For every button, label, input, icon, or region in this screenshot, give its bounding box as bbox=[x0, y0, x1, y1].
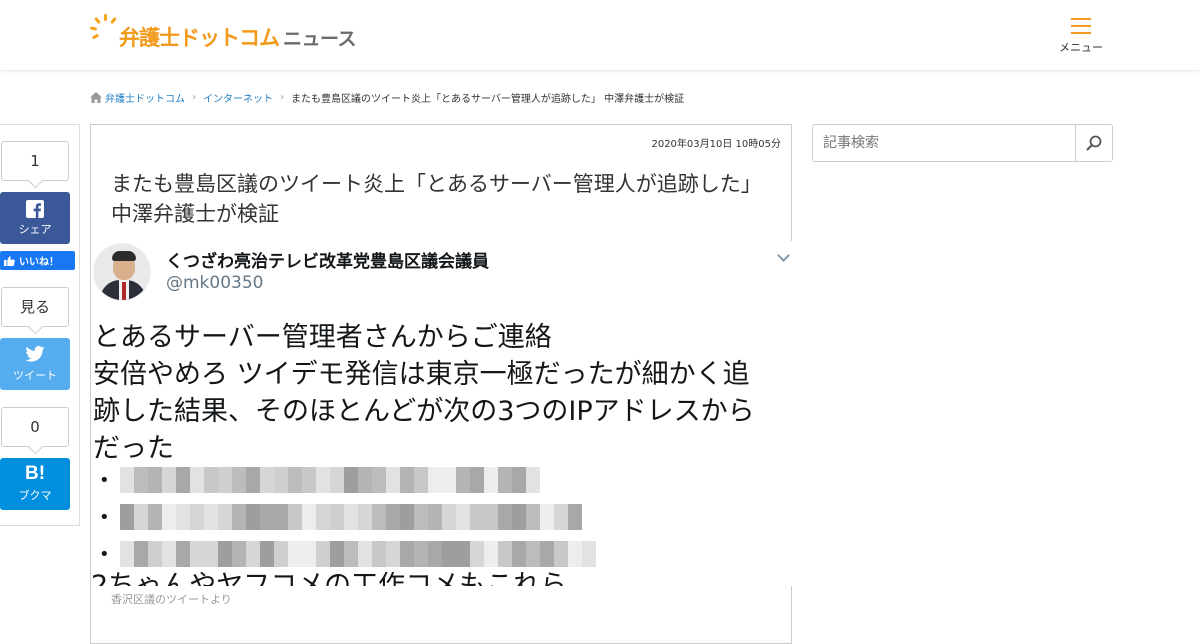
article-date: 2020年03月10日 10時05分 bbox=[651, 139, 781, 150]
tweet-cut-off-line: 2ちゃんやヤフコメの工作コメもこれら bbox=[91, 572, 567, 586]
breadcrumb-category-link[interactable]: インターネット bbox=[203, 90, 273, 105]
menu-label: メニュー bbox=[1059, 41, 1103, 54]
share-column: 1 シェア いいね！ 見る ツイート 0 B! ブクマ bbox=[0, 124, 80, 526]
tweet-body-text: とあるサーバー管理者さんからご連絡 安倍やめろ ツイデモ発信は東京一極だったが細… bbox=[93, 319, 791, 467]
breadcrumb-current: またも豊島区議のツイート炎上「とあるサーバー管理人が追跡した」 中澤弁護士が検証 bbox=[291, 94, 685, 105]
tweet-author-name: くつざわ亮治テレビ改革党豊島区議会議員 bbox=[166, 252, 489, 272]
avatar bbox=[93, 243, 151, 301]
site-header: 弁護士ドットコム ニュース メニュー bbox=[0, 0, 1200, 70]
search-icon bbox=[1086, 135, 1102, 151]
facebook-like-label: いいね！ bbox=[19, 257, 59, 268]
logo-sub-text: ニュース bbox=[283, 27, 357, 50]
hatena-bookmark-button[interactable]: B! ブクマ bbox=[0, 458, 70, 510]
facebook-like-button[interactable]: いいね！ bbox=[0, 251, 75, 270]
site-logo[interactable]: 弁護士ドットコム ニュース bbox=[89, 12, 357, 56]
sun-logo-icon bbox=[89, 14, 119, 54]
breadcrumb: 弁護士ドットコム › インターネット › またも豊島区議のツイート炎上「とあるサ… bbox=[90, 90, 684, 105]
tweet-line: だった bbox=[93, 433, 174, 464]
chevron-down-icon bbox=[777, 249, 790, 262]
bullet: • bbox=[99, 469, 110, 491]
menu-button[interactable]: メニュー bbox=[1056, 16, 1106, 58]
logo-main-text: 弁護士ドットコム bbox=[119, 26, 280, 50]
tweet-line: 跡した結果、そのほとんどが次の3つのIPアドレスから bbox=[93, 396, 755, 427]
hatena-bookmark-count: 0 bbox=[1, 407, 69, 447]
twitter-share-button[interactable]: ツイート bbox=[0, 338, 70, 390]
tweet-line: とあるサーバー管理者さんからご連絡 bbox=[93, 322, 552, 353]
article-search bbox=[812, 124, 1113, 162]
article-card: 2020年03月10日 10時05分 またも豊島区議のツイート炎上「とあるサーバ… bbox=[90, 124, 792, 644]
hatena-bookmark-label: ブクマ bbox=[18, 489, 52, 502]
pixelated-ip-mosaic bbox=[119, 541, 596, 567]
facebook-share-button[interactable]: シェア bbox=[0, 192, 70, 244]
twitter-share-label: ツイート bbox=[13, 369, 57, 382]
facebook-share-label: シェア bbox=[18, 223, 52, 236]
article-title: またも豊島区議のツイート炎上「とあるサーバー管理人が追跡した」 中澤弁護士が検証 bbox=[111, 172, 762, 226]
blurred-ip-row: • bbox=[99, 539, 596, 569]
blurred-ip-row: • bbox=[99, 502, 582, 532]
image-caption: 香沢区議のツイートより bbox=[111, 593, 232, 606]
search-button[interactable] bbox=[1075, 125, 1112, 161]
breadcrumb-home-link[interactable]: 弁護士ドットコム bbox=[105, 90, 185, 105]
pixelated-ip-mosaic bbox=[119, 504, 582, 530]
tweet-line: 安倍やめろ ツイデモ発信は東京一極だったが細かく追 bbox=[93, 359, 750, 390]
bullet: • bbox=[99, 506, 110, 528]
chevron-right-icon: › bbox=[280, 92, 284, 103]
twitter-share-count[interactable]: 見る bbox=[1, 287, 69, 327]
search-input[interactable] bbox=[813, 125, 1075, 161]
blurred-ip-row: • bbox=[99, 465, 540, 495]
tweet-author-handle: @mk00350 bbox=[166, 273, 264, 293]
facebook-icon bbox=[26, 200, 44, 218]
hatena-bookmark-icon: B! bbox=[24, 463, 46, 484]
chevron-right-icon: › bbox=[192, 92, 196, 103]
pixelated-ip-mosaic bbox=[119, 467, 540, 493]
hamburger-icon bbox=[1071, 18, 1091, 34]
facebook-share-count: 1 bbox=[1, 141, 69, 181]
bullet: • bbox=[99, 543, 110, 565]
home-icon bbox=[90, 92, 102, 103]
twitter-bird-icon bbox=[25, 346, 45, 362]
tweet-screenshot-image: くつざわ亮治テレビ改革党豊島区議会議員 @mk00350 とあるサーバー管理者さ… bbox=[91, 241, 792, 586]
thumbs-up-icon bbox=[4, 255, 15, 266]
